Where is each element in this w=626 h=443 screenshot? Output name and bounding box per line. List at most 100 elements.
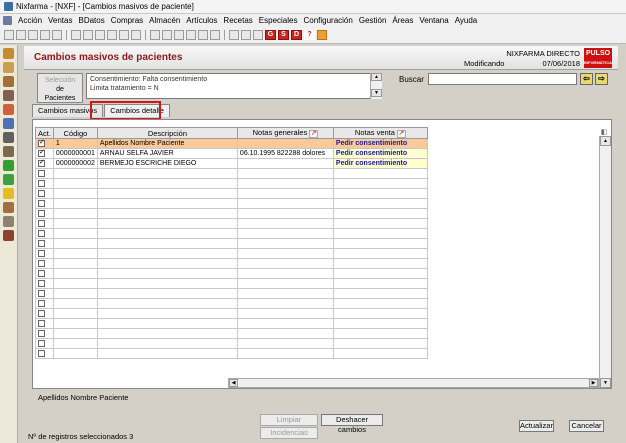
row-descripcion[interactable]: ARNAU SELFA JAVIER xyxy=(96,148,238,159)
col-codigo[interactable]: Código xyxy=(52,127,98,139)
toolbar-cut-icon[interactable] xyxy=(28,30,38,40)
table-row-empty[interactable] xyxy=(35,198,428,209)
toolbar-next-icon[interactable] xyxy=(119,30,129,40)
selection-criteria-box[interactable]: Consentimiento: Falta consentimiento Lim… xyxy=(86,73,382,99)
toolbar-last-icon[interactable] xyxy=(131,30,141,40)
empty-cell[interactable] xyxy=(96,178,238,189)
empty-cell[interactable] xyxy=(96,278,238,289)
grid-vertical-scrollbar[interactable]: ▲ ▼ xyxy=(599,136,611,388)
toolbar-first-icon[interactable] xyxy=(95,30,105,40)
row-active-checkbox[interactable] xyxy=(38,309,45,317)
empty-cell[interactable] xyxy=(52,288,98,299)
toolbar-lock-icon[interactable] xyxy=(186,30,196,40)
edit-sale-notes-icon[interactable]: ↗ xyxy=(396,129,406,138)
empty-cell[interactable] xyxy=(236,168,334,179)
toolbar-find-icon[interactable] xyxy=(71,30,81,40)
row-notas-generales[interactable]: 06.10.1995 822288 dolores xyxy=(236,148,334,159)
empty-cell[interactable] xyxy=(236,188,334,199)
row-active-checkbox[interactable] xyxy=(38,299,45,307)
menu-compras[interactable]: Compras xyxy=(108,16,146,25)
empty-cell[interactable] xyxy=(96,238,238,249)
row-active-checkbox[interactable] xyxy=(38,160,45,167)
book-icon[interactable] xyxy=(3,146,14,157)
empty-cell[interactable] xyxy=(236,228,334,239)
scroll-right-icon[interactable]: ▶ xyxy=(589,379,598,387)
empty-cell[interactable] xyxy=(332,288,428,299)
menu-ventas[interactable]: Ventas xyxy=(45,16,75,25)
empty-cell[interactable] xyxy=(96,338,238,349)
empty-cell[interactable] xyxy=(52,178,98,189)
toolbar-calc-icon[interactable] xyxy=(198,30,208,40)
row-active-checkbox[interactable] xyxy=(38,219,45,227)
toolbar-paste-icon[interactable] xyxy=(52,30,62,40)
help-icon[interactable]: ? xyxy=(304,30,315,40)
col-notas-venta[interactable]: Notas venta ↗ xyxy=(332,127,428,139)
empty-cell[interactable] xyxy=(236,218,334,229)
row-notas-generales[interactable] xyxy=(236,158,334,169)
scroll-down-icon[interactable]: ▼ xyxy=(371,89,382,97)
empty-cell[interactable] xyxy=(236,348,334,359)
table-row-empty[interactable] xyxy=(35,188,428,199)
group-icon[interactable] xyxy=(3,216,14,227)
table-row[interactable]: 1Apellidos Nombre Paciente Pedir consenti… xyxy=(35,138,428,149)
row-active-checkbox[interactable] xyxy=(38,179,45,187)
row-active-checkbox[interactable] xyxy=(38,229,45,237)
table-row-empty[interactable] xyxy=(35,328,428,339)
col-descripcion[interactable]: Descripción xyxy=(96,127,238,139)
empty-cell[interactable] xyxy=(52,268,98,279)
row-codigo[interactable]: 1 xyxy=(52,138,98,149)
toolbar-mail-icon[interactable] xyxy=(210,30,220,40)
table-row-empty[interactable] xyxy=(35,218,428,229)
toolbar-new-icon[interactable] xyxy=(4,30,14,40)
scroll-up-icon[interactable]: ▲ xyxy=(600,136,611,146)
empty-cell[interactable] xyxy=(52,208,98,219)
cart-icon[interactable] xyxy=(3,90,14,101)
empty-cell[interactable] xyxy=(96,168,238,179)
empty-cell[interactable] xyxy=(332,188,428,199)
toolbar-preview-icon[interactable] xyxy=(162,30,172,40)
empty-cell[interactable] xyxy=(52,238,98,249)
table-row[interactable]: 0000000002BERMEJO ESCRICHE DIEGO Pedir co… xyxy=(35,158,428,169)
empty-cell[interactable] xyxy=(332,258,428,269)
table-row-empty[interactable] xyxy=(35,278,428,289)
empty-cell[interactable] xyxy=(52,258,98,269)
toolbar-filter-icon[interactable] xyxy=(83,30,93,40)
table-row-empty[interactable] xyxy=(35,338,428,349)
collapse-icon[interactable]: ◧ xyxy=(598,128,610,136)
row-active-checkbox[interactable] xyxy=(38,209,45,217)
toolbar-save-icon[interactable] xyxy=(16,30,26,40)
empty-cell[interactable] xyxy=(332,338,428,349)
select-patients-button[interactable]: Selección de Pacientes xyxy=(37,73,83,103)
col-notas-generales[interactable]: Notas generales ↗ xyxy=(236,127,334,139)
row-active-checkbox[interactable] xyxy=(38,169,45,177)
empty-cell[interactable] xyxy=(332,238,428,249)
arrow-left-icon[interactable]: ⇦ xyxy=(580,73,593,85)
row-active-checkbox[interactable] xyxy=(38,269,45,277)
menu-configuracion[interactable]: Configuración xyxy=(300,16,355,25)
row-active-checkbox[interactable] xyxy=(38,349,45,357)
row-codigo[interactable]: 0000000002 xyxy=(52,158,98,169)
empty-cell[interactable] xyxy=(52,348,98,359)
menu-ayuda[interactable]: Ayuda xyxy=(452,16,481,25)
empty-cell[interactable] xyxy=(332,178,428,189)
people-icon[interactable] xyxy=(3,202,14,213)
orders-icon[interactable] xyxy=(3,104,14,115)
criteria-scrollbar[interactable]: ▲ ▼ xyxy=(370,73,382,99)
table-row-empty[interactable] xyxy=(35,268,428,279)
table-row-empty[interactable] xyxy=(35,308,428,319)
empty-cell[interactable] xyxy=(52,298,98,309)
table-row-empty[interactable] xyxy=(35,258,428,269)
empty-cell[interactable] xyxy=(236,338,334,349)
update-button[interactable]: Actualizar xyxy=(519,420,554,432)
home-icon[interactable] xyxy=(317,30,327,40)
empty-cell[interactable] xyxy=(96,198,238,209)
empty-cell[interactable] xyxy=(236,268,334,279)
empty-cell[interactable] xyxy=(332,228,428,239)
table-row-empty[interactable] xyxy=(35,288,428,299)
empty-cell[interactable] xyxy=(236,198,334,209)
incidents-button[interactable]: Incidencias xyxy=(260,427,318,439)
empty-cell[interactable] xyxy=(332,168,428,179)
warning-icon[interactable] xyxy=(3,188,14,199)
empty-cell[interactable] xyxy=(332,268,428,279)
empty-cell[interactable] xyxy=(236,328,334,339)
